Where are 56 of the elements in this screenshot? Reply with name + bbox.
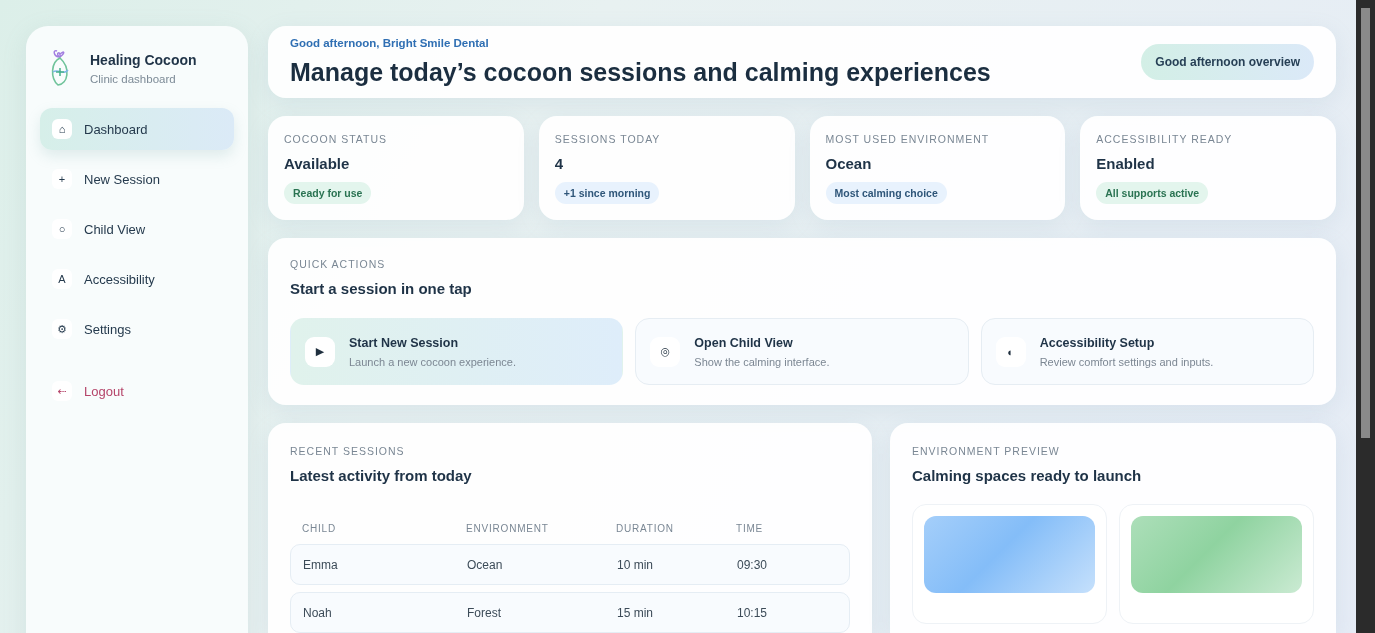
section-title: Latest activity from today [290, 467, 472, 484]
logout-link[interactable]: ⇠ Logout [40, 370, 234, 412]
action-icon: ◐ [995, 336, 1026, 367]
stat-label: ACCESSIBILITY READY [1096, 133, 1233, 145]
section-title: Start a session in one tap [290, 280, 472, 297]
status-badge: Most calming choice [825, 182, 947, 204]
sidebar-item[interactable]: ⚙ Settings [40, 308, 234, 350]
status-badge: All supports active [1096, 182, 1209, 204]
sidebar-item[interactable]: ⌂ Dashboard [40, 108, 234, 150]
quick-action-button[interactable]: ◐ Accessibility Setup Review comfort settings and inputs. [980, 318, 1314, 385]
overview-button[interactable]: Good afternoon overview [1141, 44, 1314, 80]
status-badge: Ready for use [284, 182, 372, 204]
environment-card[interactable] [912, 504, 1107, 624]
table-cell-text: Ocean [467, 557, 504, 572]
action-icon: ▶ [305, 336, 335, 367]
page-title: Manage today’s cocoon sessions and calming experiences [290, 58, 991, 87]
stat-value: Ocean [825, 155, 872, 172]
stat-value: 4 [554, 155, 564, 172]
section-label: QUICK ACTIONS [290, 258, 386, 270]
section-label: ENVIRONMENT PREVIEW [912, 445, 1060, 457]
table-cell-text: 15 min [617, 605, 655, 620]
stat-label: SESSIONS TODAY [554, 133, 661, 145]
section-title: Calming spaces ready to launch [912, 467, 1142, 484]
quick-action-button[interactable]: ◎ Open Child View Show the calming interface. [635, 318, 969, 385]
table-cell-text: Emma [303, 557, 339, 572]
column-header: DURATION [616, 523, 675, 534]
action-description: Show the calming interface. [694, 355, 830, 368]
section-label: RECENT SESSIONS [290, 445, 405, 457]
stat-value: Enabled [1096, 155, 1155, 172]
sidebar-item[interactable]: ○ Child View [40, 208, 234, 250]
scrollbar[interactable] [1356, 0, 1375, 633]
table-cell-text: Noah [303, 605, 333, 620]
table-cell-text: 09:30 [737, 557, 769, 572]
sidebar-item[interactable]: A Accessibility [40, 258, 234, 300]
action-title: Open Child View [694, 335, 794, 350]
quick-action-button[interactable]: ▶ Start New Session Launch a new cocoon experience. [290, 318, 624, 385]
stat-label: COCOON STATUS [284, 133, 388, 145]
table-cell-text: Forest [467, 605, 502, 620]
action-icon: ◎ [650, 336, 681, 367]
action-title: Start New Session [349, 335, 460, 350]
app-title: Healing Cocoon [90, 51, 197, 68]
action-title: Accessibility Setup [1039, 335, 1156, 350]
stat-value: Available [284, 155, 350, 172]
greeting-text: Good afternoon, Bright Smile Dental [290, 37, 490, 49]
table-cell-text: 10:15 [737, 605, 769, 620]
column-header: CHILD [302, 523, 337, 534]
environment-card[interactable] [1119, 504, 1314, 624]
action-description: Launch a new cocoon experience. [349, 355, 516, 368]
sidebar-item[interactable]: + New Session [40, 158, 234, 200]
stat-label: MOST USED ENVIRONMENT [825, 133, 990, 145]
table-cell-text: 10 min [617, 557, 655, 572]
status-badge: +1 since morning [554, 182, 660, 204]
column-header: ENVIRONMENT [466, 523, 550, 534]
app-subtitle: Clinic dashboard [90, 72, 177, 85]
column-header: TIME [736, 523, 765, 534]
action-description: Review comfort settings and inputs. [1039, 355, 1214, 368]
